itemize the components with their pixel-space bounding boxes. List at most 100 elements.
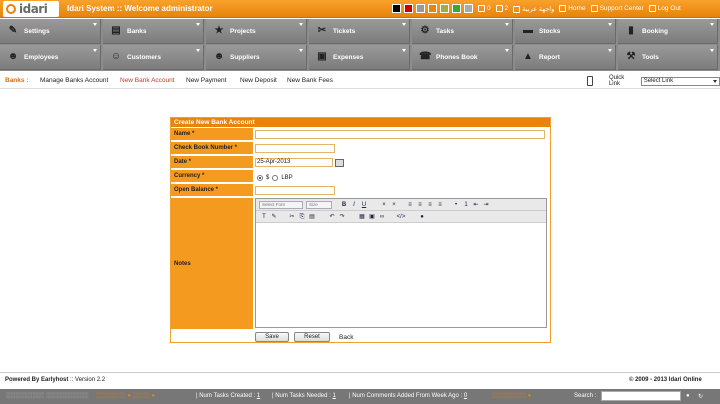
bold-icon[interactable]: B bbox=[340, 201, 348, 209]
theme-swatch[interactable] bbox=[392, 4, 401, 13]
refresh-icon[interactable]: ↻ bbox=[698, 393, 703, 400]
name-input[interactable] bbox=[255, 130, 545, 139]
dropdown-arrow-icon[interactable] bbox=[402, 23, 406, 26]
dropdown-arrow-icon[interactable] bbox=[299, 49, 303, 52]
currency-radio-lbp[interactable] bbox=[272, 175, 279, 181]
bullet-list-icon[interactable]: • bbox=[452, 201, 460, 209]
home-icon bbox=[559, 5, 567, 13]
menu-item-banks[interactable]: ▤ Banks bbox=[103, 19, 204, 44]
theme-swatch[interactable] bbox=[440, 4, 449, 13]
menu-item-tasks[interactable]: ⚙ Tasks bbox=[412, 19, 513, 44]
top-bar: idari Idari System :: Welcome administra… bbox=[0, 0, 720, 18]
subnav-new-bank-account[interactable]: New Bank Account bbox=[120, 77, 175, 84]
theme-swatch[interactable] bbox=[464, 4, 473, 13]
help-icon[interactable]: ● bbox=[418, 213, 426, 221]
subnav-new-deposit[interactable]: New Deposit bbox=[240, 77, 277, 84]
logo[interactable]: idari bbox=[3, 1, 59, 17]
undo-icon[interactable]: ↶ bbox=[328, 213, 336, 221]
language-link[interactable]: واجهة عربية bbox=[513, 5, 554, 13]
dropdown-arrow-icon[interactable] bbox=[710, 49, 714, 52]
outdent-icon[interactable]: ⇤ bbox=[472, 201, 480, 209]
balance-input[interactable] bbox=[255, 186, 335, 195]
subnav-manage-banks[interactable]: Manage Banks Account bbox=[40, 77, 108, 84]
dropdown-arrow-icon[interactable] bbox=[608, 49, 612, 52]
dropdown-arrow-icon[interactable] bbox=[196, 49, 200, 52]
tasks-icon: ⚙ bbox=[420, 25, 430, 36]
numbered-list-icon[interactable]: 1 bbox=[462, 201, 470, 209]
align-right-icon[interactable]: ≡ bbox=[426, 201, 434, 209]
link-icon[interactable]: ∞ bbox=[378, 213, 386, 221]
editor-toolbar-top: Select Font Size B I U × × ≡ ≡ ≡ ≡ • 1 ⇤… bbox=[256, 199, 546, 211]
menu-item-settings[interactable]: ✎ Settings bbox=[0, 19, 101, 44]
subnav-new-payment[interactable]: New Payment bbox=[186, 77, 226, 84]
support-link[interactable]: Support Center bbox=[590, 5, 644, 13]
dropdown-arrow-icon[interactable] bbox=[93, 23, 97, 26]
table-icon[interactable]: ▦ bbox=[358, 213, 366, 221]
menu-item-suppliers[interactable]: ☻ Suppliers bbox=[206, 45, 307, 70]
customers-icon: ☺ bbox=[110, 51, 122, 62]
tasks-link[interactable]: 2 bbox=[495, 5, 508, 13]
copy-icon[interactable]: ⎘ bbox=[298, 213, 306, 221]
save-button[interactable]: Save bbox=[255, 332, 289, 342]
subnav-new-bank-fees[interactable]: New Bank Fees bbox=[287, 77, 333, 84]
calendar-icon[interactable] bbox=[335, 159, 344, 167]
menu-item-employees[interactable]: ☻ Employees bbox=[0, 45, 101, 70]
paste-icon[interactable]: ▤ bbox=[308, 213, 316, 221]
checkbook-input[interactable] bbox=[255, 144, 335, 153]
size-select[interactable]: Size bbox=[306, 201, 332, 209]
menu-item-booking[interactable]: ▮ Booking bbox=[618, 19, 718, 44]
home-link[interactable]: Home bbox=[559, 5, 586, 13]
menu-item-label: Tools bbox=[642, 54, 659, 61]
clear-format-icon[interactable]: × bbox=[390, 201, 398, 209]
theme-swatch[interactable] bbox=[404, 4, 413, 13]
search-icon[interactable]: ● bbox=[686, 393, 690, 399]
currency-radio-usd[interactable] bbox=[257, 175, 263, 181]
comments-value[interactable]: 0 bbox=[464, 393, 467, 399]
search-input[interactable] bbox=[601, 391, 681, 401]
theme-swatch[interactable] bbox=[452, 4, 461, 13]
justify-icon[interactable]: ≡ bbox=[436, 201, 444, 209]
theme-swatch[interactable] bbox=[428, 4, 437, 13]
redo-icon[interactable]: ↷ bbox=[338, 213, 346, 221]
menu-item-projects[interactable]: ★ Projects bbox=[206, 19, 307, 44]
notes-editor[interactable]: Select Font Size B I U × × ≡ ≡ ≡ ≡ • 1 ⇤… bbox=[255, 198, 547, 328]
menu-item-tools[interactable]: ⚒ Tools bbox=[618, 45, 718, 70]
underline-icon[interactable]: U bbox=[360, 201, 368, 209]
html-icon[interactable]: </> bbox=[394, 213, 408, 221]
menu-item-stocks[interactable]: ▬ Stocks bbox=[515, 19, 616, 44]
menu-item-expenses[interactable]: ▣ Expenses bbox=[309, 45, 410, 70]
strike-icon[interactable]: × bbox=[380, 201, 388, 209]
theme-swatch[interactable] bbox=[416, 4, 425, 13]
tasks-created-value[interactable]: 1 bbox=[257, 393, 260, 399]
back-link[interactable]: Back bbox=[339, 334, 353, 341]
dropdown-arrow-icon[interactable] bbox=[710, 23, 714, 26]
dropdown-arrow-icon[interactable] bbox=[93, 49, 97, 52]
indent-icon[interactable]: ⇥ bbox=[482, 201, 490, 209]
italic-icon[interactable]: I bbox=[350, 201, 358, 209]
mail-link[interactable]: 0 bbox=[478, 5, 491, 13]
spell-icon[interactable]: ✎ bbox=[270, 213, 278, 221]
menu-item-tickets[interactable]: ✂ Tickets bbox=[309, 19, 410, 44]
dropdown-arrow-icon[interactable] bbox=[299, 23, 303, 26]
image-icon[interactable]: ▣ bbox=[368, 213, 376, 221]
menu-item-phones-book[interactable]: ☎ Phones Book bbox=[412, 45, 513, 70]
menu-item-label: Tasks bbox=[436, 28, 454, 35]
dropdown-arrow-icon[interactable] bbox=[402, 49, 406, 52]
reset-button[interactable]: Reset bbox=[294, 332, 330, 342]
format-icon[interactable]: T bbox=[260, 213, 268, 221]
tasks-needed-value[interactable]: 1 bbox=[332, 393, 335, 399]
menu-item-customers[interactable]: ☺ Customers bbox=[103, 45, 204, 70]
align-center-icon[interactable]: ≡ bbox=[416, 201, 424, 209]
menu-item-report[interactable]: ▲ Report bbox=[515, 45, 616, 70]
date-input[interactable]: 25-Apr-2013 bbox=[255, 158, 333, 167]
dropdown-arrow-icon[interactable] bbox=[505, 23, 509, 26]
dropdown-arrow-icon[interactable] bbox=[608, 23, 612, 26]
dropdown-arrow-icon[interactable] bbox=[505, 49, 509, 52]
font-select[interactable]: Select Font bbox=[259, 201, 303, 209]
dropdown-arrow-icon[interactable] bbox=[196, 23, 200, 26]
align-left-icon[interactable]: ≡ bbox=[406, 201, 414, 209]
logout-link[interactable]: Log Out bbox=[648, 5, 681, 13]
cut-icon[interactable]: ✂ bbox=[288, 213, 296, 221]
quick-link: Quick Link Select Link bbox=[587, 75, 720, 87]
quick-link-select[interactable]: Select Link bbox=[640, 76, 720, 86]
